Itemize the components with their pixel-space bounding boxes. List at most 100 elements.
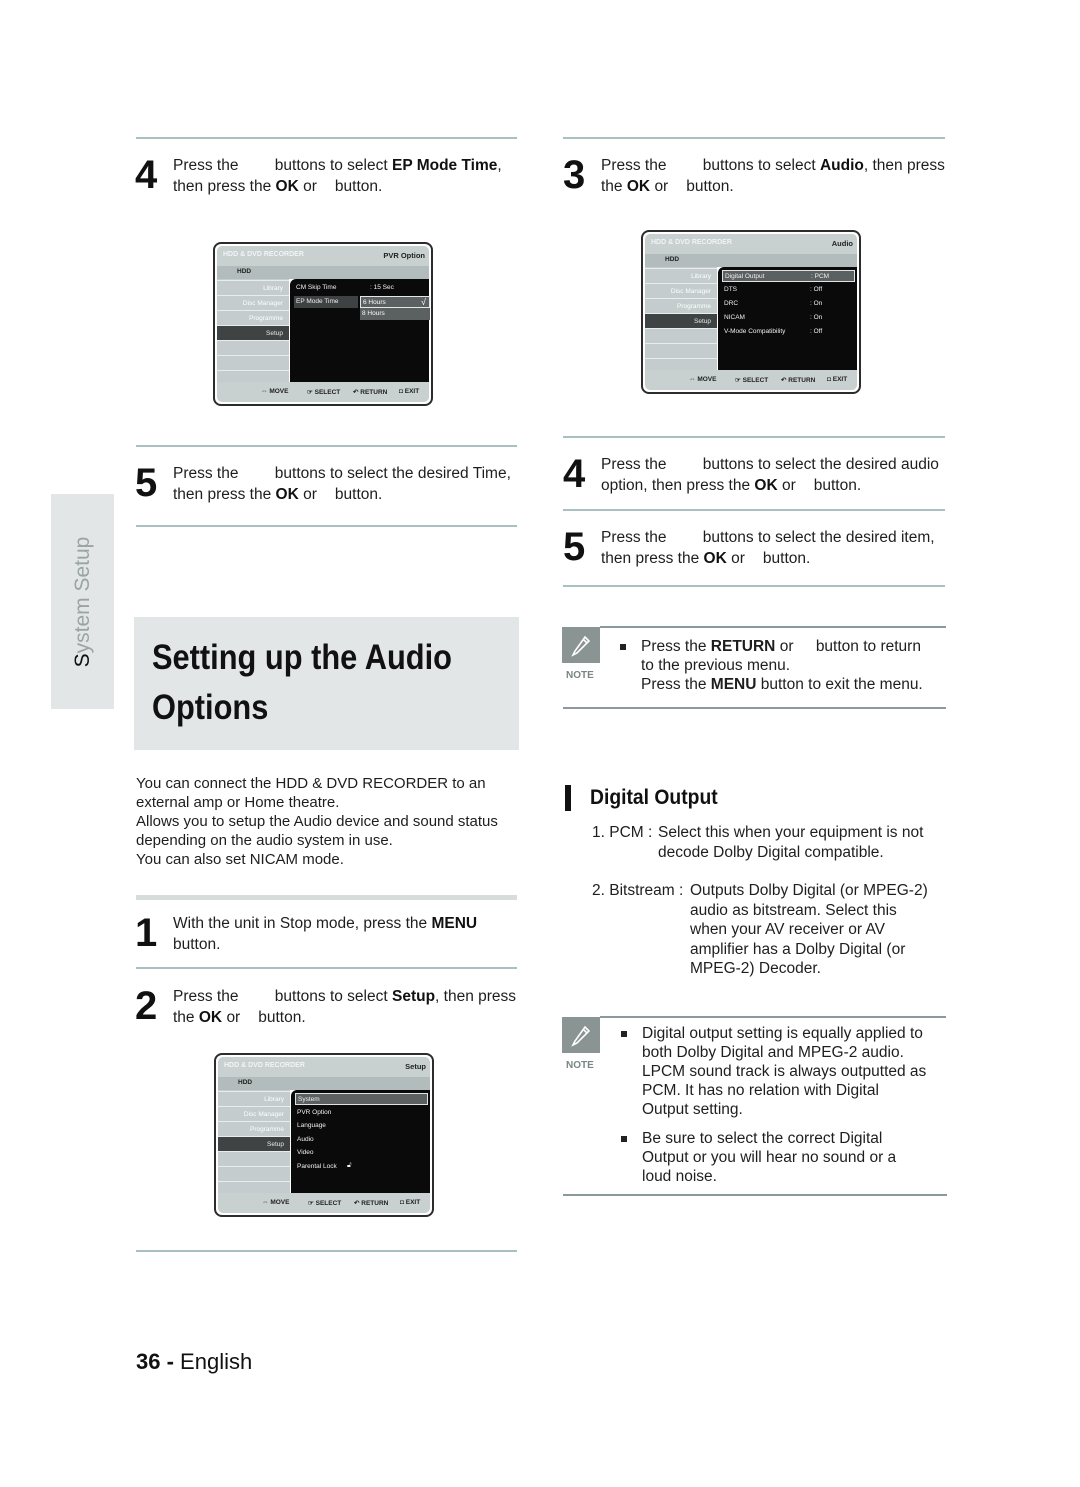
- divider: [136, 967, 517, 969]
- osd-footer: ⇔ MOVE ☞ SELECT ↶ RETURN ◘ EXIT: [645, 370, 857, 390]
- osd-menu-library[interactable]: Library: [218, 1091, 290, 1106]
- osd-row-nicam[interactable]: NICAM : On: [722, 312, 855, 324]
- osd-menu-disc-manager[interactable]: Disc Manager: [218, 1106, 290, 1121]
- note-text-warning: Be sure to select the correct Digital Ou…: [642, 1130, 897, 1185]
- step-text: Press the buttons to select EP Mode Time…: [173, 157, 502, 195]
- select-hint: ☞ SELECT: [735, 377, 769, 384]
- osd-content: Digital Output : PCM DTS : Off DRC : On …: [718, 267, 857, 370]
- exit-icon: ◘: [827, 376, 831, 383]
- definition-pcm: 1. PCM : Select this when your equipment …: [592, 824, 924, 861]
- osd-item-language[interactable]: Language: [295, 1120, 428, 1132]
- bullet-icon: [621, 1136, 627, 1142]
- checkmark-icon: √: [421, 297, 426, 307]
- osd-footer: ⇔ MOVE ☞ SELECT ↶ RETURN ◘ EXIT: [218, 1193, 430, 1213]
- osd-item-audio[interactable]: Audio: [295, 1134, 428, 1146]
- page-title: Setting up the Audio Options: [152, 638, 452, 727]
- step-text: Press the buttons to select Setup, then …: [173, 988, 517, 1026]
- section-side-tab: System Setup: [51, 494, 114, 709]
- step-number: 4: [135, 153, 157, 197]
- page-number: 36 - English: [136, 1349, 253, 1374]
- bullet-icon: [620, 644, 626, 650]
- step-text: With the unit in Stop mode, press the ME…: [173, 915, 478, 953]
- note-text-digital-output-setting: Digital output setting is equally applie…: [642, 1025, 927, 1118]
- osd-side-menu: Library Disc Manager Programme Setup: [217, 279, 289, 382]
- step-5-desired-time: 5 Press the buttons to select the desire…: [135, 463, 511, 505]
- pencil-icon: [571, 1025, 591, 1047]
- osd-menu-setup[interactable]: Setup: [217, 325, 289, 340]
- step-number: 4: [563, 452, 585, 496]
- osd-option-6-hours[interactable]: 6 Hours √: [360, 296, 430, 308]
- osd-menu-programme[interactable]: Programme: [217, 310, 289, 325]
- return-icon: ↶: [354, 1200, 360, 1207]
- step-text: Press the buttons to select the desired …: [601, 529, 935, 567]
- osd-item-pvr-option[interactable]: PVR Option: [295, 1107, 428, 1119]
- step-number: 5: [563, 525, 585, 569]
- step-number: 5: [135, 461, 157, 505]
- osd-row-digital-output[interactable]: Digital Output : PCM: [722, 270, 855, 282]
- divider: [136, 1250, 517, 1252]
- osd-menu-disc-manager[interactable]: Disc Manager: [645, 283, 717, 298]
- divider: [600, 626, 946, 628]
- osd-audio-screen: HDD & DVD RECORDER Audio HDD Library Dis…: [641, 230, 861, 394]
- osd-menu-library[interactable]: Library: [645, 268, 717, 283]
- osd-menu-setup[interactable]: Setup: [218, 1136, 290, 1151]
- select-hint: ☞ SELECT: [307, 389, 341, 396]
- osd-setup-screen: HDD & DVD RECORDER Setup HDD Library Dis…: [214, 1053, 434, 1217]
- step-text: Press the buttons to select the desired …: [601, 456, 939, 494]
- osd-row-v-mode[interactable]: V-Mode Compatibility : Off: [722, 326, 855, 338]
- divider: [563, 436, 945, 438]
- osd-content: System PVR Option Language Audio Video P…: [291, 1090, 430, 1193]
- osd-pvr-option-screen: HDD & DVD RECORDER PVR Option HDD Librar…: [213, 242, 433, 406]
- divider: [600, 1016, 946, 1018]
- lock-icon: 🔓︎: [347, 1162, 352, 1169]
- divider: [563, 585, 945, 587]
- osd-item-video[interactable]: Video: [295, 1147, 428, 1159]
- intro-paragraph: You can connect the HDD & DVD RECORDER t…: [136, 775, 498, 868]
- osd-row-cm-skip[interactable]: CM Skip Time : 15 Sec: [294, 282, 427, 294]
- osd-footer: ⇔ MOVE ☞ SELECT ↶ RETURN ◘ EXIT: [217, 382, 429, 402]
- select-hint: ☞ SELECT: [308, 1200, 342, 1207]
- return-hint: ↶ RETURN: [354, 1200, 389, 1207]
- select-icon: ☞: [307, 389, 313, 396]
- step-1-menu: 1 With the unit in Stop mode, press the …: [135, 913, 477, 955]
- step-2-setup: 2 Press the buttons to select Setup, the…: [135, 986, 516, 1028]
- osd-item-system[interactable]: System: [295, 1093, 428, 1105]
- step-4-desired-audio: 4 Press the buttons to select the desire…: [563, 454, 939, 496]
- exit-hint: ◘ EXIT: [399, 388, 420, 395]
- osd-row-dts[interactable]: DTS : Off: [722, 284, 855, 296]
- step-number: 2: [135, 984, 157, 1028]
- divider: [136, 895, 517, 900]
- move-hint: ⇔ MOVE: [261, 388, 289, 395]
- osd-menu-programme[interactable]: Programme: [218, 1121, 290, 1136]
- exit-hint: ◘ EXIT: [400, 1199, 421, 1206]
- return-hint: ↶ RETURN: [353, 389, 388, 396]
- note-icon: [562, 627, 600, 663]
- osd-hdd-label: HDD: [665, 256, 680, 263]
- step-4-ep-mode: 4 Press the buttons to select EP Mode Ti…: [135, 155, 502, 197]
- osd-title: Audio: [831, 239, 853, 248]
- osd-brand: HDD & DVD RECORDER: [224, 1062, 305, 1069]
- definition-bitstream: 2. Bitstream : Outputs Dolby Digital (or …: [592, 882, 928, 977]
- osd-item-parental-lock[interactable]: Parental Lock 🔓︎: [295, 1161, 428, 1173]
- exit-icon: ◘: [399, 388, 403, 395]
- divider: [136, 137, 517, 139]
- select-icon: ☞: [308, 1200, 314, 1207]
- note-text: Press the RETURN or button to return to …: [641, 638, 923, 693]
- osd-menu-setup[interactable]: Setup: [645, 313, 717, 328]
- osd-side-menu: Library Disc Manager Programme Setup: [218, 1090, 290, 1193]
- osd-option-8-hours[interactable]: 8 Hours: [360, 308, 430, 320]
- osd-row-ep-mode[interactable]: EP Mode Time: [294, 296, 358, 308]
- note-icon: [562, 1017, 600, 1053]
- step-number: 1: [135, 911, 157, 955]
- exit-hint: ◘ EXIT: [827, 376, 848, 383]
- osd-menu-disc-manager[interactable]: Disc Manager: [217, 295, 289, 310]
- return-hint: ↶ RETURN: [781, 377, 816, 384]
- move-hint: ⇔ MOVE: [262, 1199, 290, 1206]
- move-icon: ⇔: [262, 1199, 269, 1206]
- osd-brand: HDD & DVD RECORDER: [223, 251, 304, 258]
- osd-menu-library[interactable]: Library: [217, 280, 289, 295]
- osd-menu-programme[interactable]: Programme: [645, 298, 717, 313]
- osd-hdd-label: HDD: [237, 268, 252, 275]
- osd-row-drc[interactable]: DRC : On: [722, 298, 855, 310]
- divider: [563, 1194, 947, 1196]
